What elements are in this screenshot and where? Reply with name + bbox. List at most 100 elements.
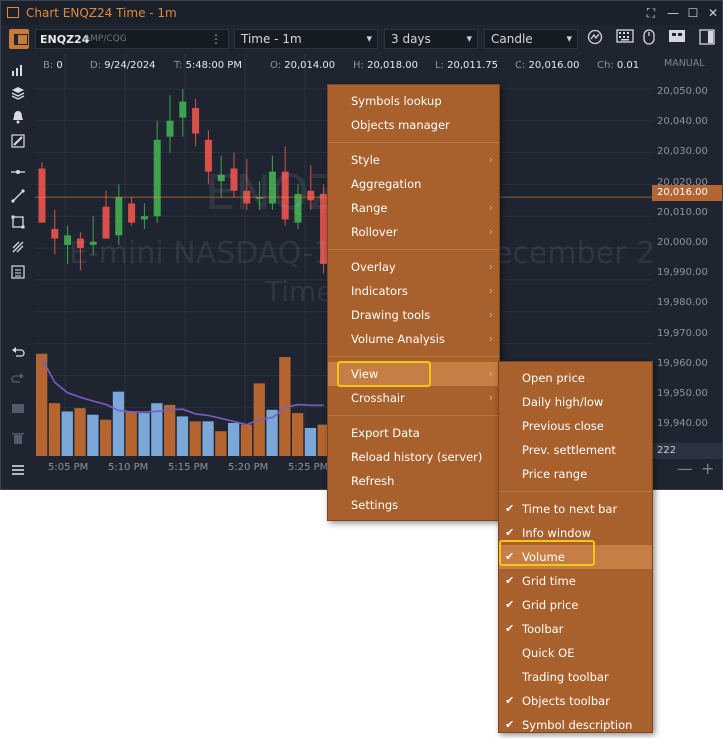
trend-line-icon[interactable] <box>8 189 28 209</box>
info-high-value: 20,018.00 <box>367 60 418 71</box>
menu-item-crosshair[interactable]: Crosshair › <box>328 386 499 410</box>
title-bar[interactable]: Chart ENQZ24 Time - 1m ⛶ — ☐ ✕ <box>1 1 722 25</box>
menu-item-label: Open price <box>522 371 585 385</box>
candle-body <box>51 228 59 239</box>
price-label: 20,030.00 <box>657 146 708 157</box>
volume-value-marker: 222 <box>652 443 722 459</box>
menu-item-range[interactable]: Range › <box>328 196 499 220</box>
price-axis[interactable]: 20,050.00 20,040.00 20,030.00 20,020.00 … <box>652 53 722 459</box>
layers-icon[interactable] <box>8 86 28 106</box>
indicator-icon[interactable] <box>584 29 606 49</box>
zoom-out-button[interactable]: — <box>677 459 693 478</box>
trading-toolbar-icon[interactable] <box>666 29 688 49</box>
menu-item-volume-analysis[interactable]: Volume Analysis › <box>328 327 499 351</box>
view-item-grid-time[interactable]: ✔ Grid time <box>499 569 652 593</box>
candle-body <box>140 216 148 220</box>
view-item-time-to-next-bar[interactable]: ✔ Time to next bar <box>499 497 652 521</box>
menu-item-drawing-tools[interactable]: Drawing tools › <box>328 303 499 327</box>
menu-item-label: Reload history (server) <box>351 450 483 464</box>
view-item-price-range[interactable]: Price range <box>499 462 652 486</box>
alert-bell-icon[interactable] <box>8 110 28 130</box>
menu-separator <box>328 356 499 357</box>
style-value: Candle <box>491 32 533 46</box>
rectangle-icon[interactable] <box>8 215 28 235</box>
chevron-right-icon: › <box>488 367 493 380</box>
info-date-label: D: <box>90 60 102 71</box>
view-item-symbol-description[interactable]: ✔ Symbol description <box>499 713 652 737</box>
info-bar-label: B: <box>43 60 54 71</box>
pencil-icon[interactable] <box>8 134 28 154</box>
view-item-grid-price[interactable]: ✔ Grid price <box>499 593 652 617</box>
menu-item-label: Prev. settlement <box>522 443 616 457</box>
menu-item-label: Export Data <box>351 426 420 440</box>
menu-item-label: Overlay <box>351 260 396 274</box>
info-change-label: Ch: <box>597 60 614 71</box>
minimize-icon[interactable]: — <box>665 6 681 20</box>
range-dropdown[interactable]: 3 days ▾ <box>384 29 478 49</box>
layout-toggle-button[interactable] <box>9 29 29 49</box>
magic-tools-icon[interactable] <box>8 240 28 260</box>
menu-item-label: Rollover <box>351 225 398 239</box>
template-icon[interactable] <box>8 401 28 421</box>
menu-item-settings[interactable]: Settings <box>328 493 499 517</box>
fullscreen-icon[interactable]: ⛶ <box>643 6 659 21</box>
view-item-prev-settlement[interactable]: Prev. settlement <box>499 438 652 462</box>
view-item-trading-toolbar[interactable]: Trading toolbar <box>499 665 652 689</box>
objects-toolbar <box>1 53 34 489</box>
menu-item-symbols-lookup[interactable]: Symbols lookup <box>328 89 499 113</box>
view-item-quick-oe[interactable]: Quick OE <box>499 641 652 665</box>
menu-item-export-data[interactable]: Export Data <box>328 421 499 445</box>
view-item-daily-high-low[interactable]: Daily high/low <box>499 390 652 414</box>
menu-item-objects-manager[interactable]: Objects manager <box>328 113 499 137</box>
chevron-down-icon: ▾ <box>566 32 572 45</box>
volume-highlight-box <box>499 540 595 566</box>
view-item-toolbar[interactable]: ✔ Toolbar <box>499 617 652 641</box>
view-item-previous-close[interactable]: Previous close <box>499 414 652 438</box>
redo-icon[interactable] <box>8 371 28 391</box>
menu-item-reload-history-server[interactable]: Reload history (server) <box>328 445 499 469</box>
info-change-value: 0.01 <box>616 60 640 71</box>
undo-icon[interactable] <box>8 345 28 365</box>
volume-bar <box>176 416 189 456</box>
time-label: 5:15 PM <box>168 462 209 473</box>
menu-item-label: Objects toolbar <box>522 694 610 708</box>
menu-item-indicators[interactable]: Indicators › <box>328 279 499 303</box>
info-bar-value: 0 <box>56 60 63 71</box>
close-icon[interactable]: ✕ <box>705 6 721 20</box>
style-dropdown[interactable]: Candle ▾ <box>484 29 578 49</box>
objects-list-icon[interactable] <box>8 265 28 285</box>
menu-item-refresh[interactable]: Refresh <box>328 469 499 493</box>
menu-item-label: Trading toolbar <box>522 670 609 684</box>
price-label: 20,000.00 <box>657 237 708 248</box>
menu-item-label: Style <box>351 153 380 167</box>
menu-item-aggregation[interactable]: Aggregation <box>328 172 499 196</box>
info-window: B: 0 D: 9/24/2024 T: 5:48:00 PM O: 20,01… <box>35 58 655 74</box>
menu-icon[interactable] <box>8 463 28 483</box>
price-label: 19,960.00 <box>657 358 708 369</box>
horizontal-line-icon[interactable] <box>8 165 28 185</box>
symbol-selector[interactable]: ENQZ24 AMP/CQG ⋮ <box>35 29 229 49</box>
keyboard-icon[interactable] <box>614 29 636 49</box>
chart-bars-icon[interactable] <box>8 63 28 83</box>
menu-item-overlay[interactable]: Overlay › <box>328 255 499 279</box>
chevron-down-icon: ▾ <box>366 32 372 45</box>
volume-bar <box>164 404 176 456</box>
panel-icon[interactable] <box>696 29 718 49</box>
more-icon[interactable]: ⋮ <box>210 32 222 46</box>
view-item-objects-toolbar[interactable]: ✔ Objects toolbar <box>499 689 652 713</box>
trash-icon[interactable] <box>8 431 28 451</box>
menu-item-label: Symbol description <box>522 718 633 732</box>
volume-bar <box>100 419 112 456</box>
price-label: 20,040.00 <box>657 116 708 127</box>
menu-item-rollover[interactable]: Rollover › <box>328 220 499 244</box>
checkmark-icon: ✔ <box>505 622 515 635</box>
mouse-icon[interactable] <box>638 29 660 49</box>
zoom-in-button[interactable]: + <box>701 459 714 478</box>
menu-item-style[interactable]: Style › <box>328 148 499 172</box>
chart-type-dropdown[interactable]: Time - 1m ▾ <box>234 29 378 49</box>
volume-bar <box>304 427 317 456</box>
volume-bar <box>292 413 304 456</box>
maximize-icon[interactable]: ☐ <box>685 6 701 20</box>
view-item-open-price[interactable]: Open price <box>499 366 652 390</box>
menu-item-label: Daily high/low <box>522 395 604 409</box>
